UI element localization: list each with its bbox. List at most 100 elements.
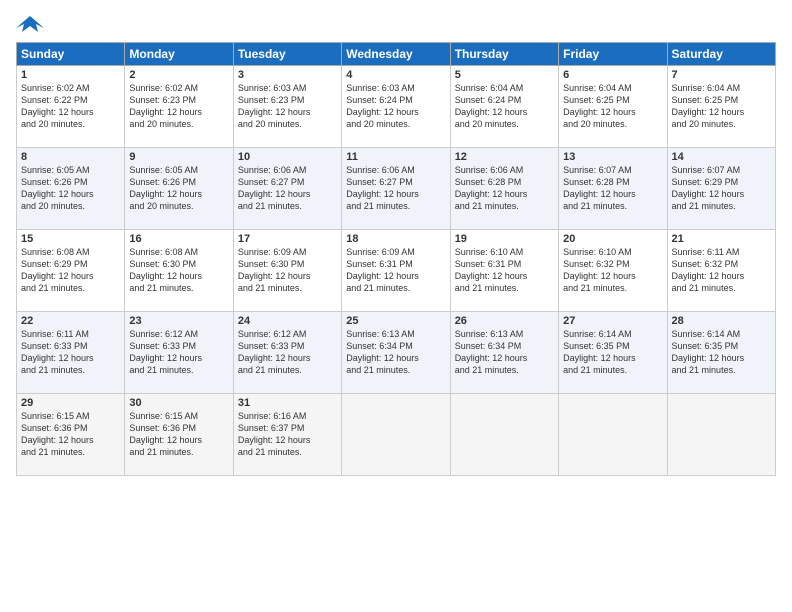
calendar-cell: 28Sunrise: 6:14 AM Sunset: 6:35 PM Dayli… <box>667 312 775 394</box>
calendar-cell <box>667 394 775 476</box>
calendar-cell: 11Sunrise: 6:06 AM Sunset: 6:27 PM Dayli… <box>342 148 450 230</box>
day-info: Sunrise: 6:08 AM Sunset: 6:29 PM Dayligh… <box>21 246 120 295</box>
day-info: Sunrise: 6:05 AM Sunset: 6:26 PM Dayligh… <box>129 164 228 213</box>
day-info: Sunrise: 6:08 AM Sunset: 6:30 PM Dayligh… <box>129 246 228 295</box>
calendar-cell: 31Sunrise: 6:16 AM Sunset: 6:37 PM Dayli… <box>233 394 341 476</box>
calendar-cell: 20Sunrise: 6:10 AM Sunset: 6:32 PM Dayli… <box>559 230 667 312</box>
calendar-cell: 14Sunrise: 6:07 AM Sunset: 6:29 PM Dayli… <box>667 148 775 230</box>
calendar-cell: 13Sunrise: 6:07 AM Sunset: 6:28 PM Dayli… <box>559 148 667 230</box>
calendar-cell: 27Sunrise: 6:14 AM Sunset: 6:35 PM Dayli… <box>559 312 667 394</box>
day-number: 19 <box>455 233 554 245</box>
calendar-week-row: 22Sunrise: 6:11 AM Sunset: 6:33 PM Dayli… <box>17 312 776 394</box>
day-info: Sunrise: 6:09 AM Sunset: 6:30 PM Dayligh… <box>238 246 337 295</box>
logo <box>16 12 48 36</box>
day-number: 7 <box>672 69 771 81</box>
day-number: 22 <box>21 315 120 327</box>
day-info: Sunrise: 6:09 AM Sunset: 6:31 PM Dayligh… <box>346 246 445 295</box>
calendar-cell: 18Sunrise: 6:09 AM Sunset: 6:31 PM Dayli… <box>342 230 450 312</box>
calendar-cell <box>450 394 558 476</box>
calendar-cell: 1Sunrise: 6:02 AM Sunset: 6:22 PM Daylig… <box>17 66 125 148</box>
day-info: Sunrise: 6:03 AM Sunset: 6:24 PM Dayligh… <box>346 82 445 131</box>
day-info: Sunrise: 6:15 AM Sunset: 6:36 PM Dayligh… <box>129 410 228 459</box>
day-info: Sunrise: 6:14 AM Sunset: 6:35 PM Dayligh… <box>672 328 771 377</box>
day-info: Sunrise: 6:04 AM Sunset: 6:25 PM Dayligh… <box>563 82 662 131</box>
calendar-cell: 7Sunrise: 6:04 AM Sunset: 6:25 PM Daylig… <box>667 66 775 148</box>
day-info: Sunrise: 6:06 AM Sunset: 6:27 PM Dayligh… <box>238 164 337 213</box>
day-number: 14 <box>672 151 771 163</box>
day-number: 3 <box>238 69 337 81</box>
day-info: Sunrise: 6:05 AM Sunset: 6:26 PM Dayligh… <box>21 164 120 213</box>
calendar-header-row: SundayMondayTuesdayWednesdayThursdayFrid… <box>17 43 776 66</box>
day-info: Sunrise: 6:10 AM Sunset: 6:31 PM Dayligh… <box>455 246 554 295</box>
calendar-cell: 16Sunrise: 6:08 AM Sunset: 6:30 PM Dayli… <box>125 230 233 312</box>
calendar-week-row: 15Sunrise: 6:08 AM Sunset: 6:29 PM Dayli… <box>17 230 776 312</box>
day-number: 30 <box>129 397 228 409</box>
page: SundayMondayTuesdayWednesdayThursdayFrid… <box>0 0 792 612</box>
calendar-cell: 5Sunrise: 6:04 AM Sunset: 6:24 PM Daylig… <box>450 66 558 148</box>
day-info: Sunrise: 6:15 AM Sunset: 6:36 PM Dayligh… <box>21 410 120 459</box>
day-number: 6 <box>563 69 662 81</box>
calendar-cell: 3Sunrise: 6:03 AM Sunset: 6:23 PM Daylig… <box>233 66 341 148</box>
calendar-cell: 4Sunrise: 6:03 AM Sunset: 6:24 PM Daylig… <box>342 66 450 148</box>
day-number: 5 <box>455 69 554 81</box>
day-number: 15 <box>21 233 120 245</box>
day-info: Sunrise: 6:13 AM Sunset: 6:34 PM Dayligh… <box>455 328 554 377</box>
day-number: 2 <box>129 69 228 81</box>
day-number: 28 <box>672 315 771 327</box>
calendar-header-wednesday: Wednesday <box>342 43 450 66</box>
day-number: 24 <box>238 315 337 327</box>
calendar-cell: 23Sunrise: 6:12 AM Sunset: 6:33 PM Dayli… <box>125 312 233 394</box>
day-number: 20 <box>563 233 662 245</box>
day-info: Sunrise: 6:11 AM Sunset: 6:33 PM Dayligh… <box>21 328 120 377</box>
calendar-cell: 29Sunrise: 6:15 AM Sunset: 6:36 PM Dayli… <box>17 394 125 476</box>
day-number: 21 <box>672 233 771 245</box>
calendar-cell: 6Sunrise: 6:04 AM Sunset: 6:25 PM Daylig… <box>559 66 667 148</box>
calendar-cell: 25Sunrise: 6:13 AM Sunset: 6:34 PM Dayli… <box>342 312 450 394</box>
calendar-cell: 17Sunrise: 6:09 AM Sunset: 6:30 PM Dayli… <box>233 230 341 312</box>
day-number: 31 <box>238 397 337 409</box>
day-info: Sunrise: 6:12 AM Sunset: 6:33 PM Dayligh… <box>129 328 228 377</box>
day-number: 1 <box>21 69 120 81</box>
calendar-week-row: 8Sunrise: 6:05 AM Sunset: 6:26 PM Daylig… <box>17 148 776 230</box>
day-number: 12 <box>455 151 554 163</box>
day-info: Sunrise: 6:11 AM Sunset: 6:32 PM Dayligh… <box>672 246 771 295</box>
day-info: Sunrise: 6:06 AM Sunset: 6:27 PM Dayligh… <box>346 164 445 213</box>
day-info: Sunrise: 6:03 AM Sunset: 6:23 PM Dayligh… <box>238 82 337 131</box>
day-number: 4 <box>346 69 445 81</box>
logo-icon <box>16 12 44 36</box>
calendar-table: SundayMondayTuesdayWednesdayThursdayFrid… <box>16 42 776 476</box>
day-info: Sunrise: 6:10 AM Sunset: 6:32 PM Dayligh… <box>563 246 662 295</box>
day-number: 26 <box>455 315 554 327</box>
calendar-cell: 22Sunrise: 6:11 AM Sunset: 6:33 PM Dayli… <box>17 312 125 394</box>
calendar-cell: 10Sunrise: 6:06 AM Sunset: 6:27 PM Dayli… <box>233 148 341 230</box>
day-number: 11 <box>346 151 445 163</box>
day-info: Sunrise: 6:16 AM Sunset: 6:37 PM Dayligh… <box>238 410 337 459</box>
calendar-header-friday: Friday <box>559 43 667 66</box>
calendar-header-tuesday: Tuesday <box>233 43 341 66</box>
calendar-cell: 24Sunrise: 6:12 AM Sunset: 6:33 PM Dayli… <box>233 312 341 394</box>
day-number: 18 <box>346 233 445 245</box>
calendar-cell: 26Sunrise: 6:13 AM Sunset: 6:34 PM Dayli… <box>450 312 558 394</box>
day-number: 16 <box>129 233 228 245</box>
calendar-cell: 9Sunrise: 6:05 AM Sunset: 6:26 PM Daylig… <box>125 148 233 230</box>
calendar-cell: 12Sunrise: 6:06 AM Sunset: 6:28 PM Dayli… <box>450 148 558 230</box>
day-number: 25 <box>346 315 445 327</box>
calendar-header-sunday: Sunday <box>17 43 125 66</box>
day-number: 17 <box>238 233 337 245</box>
calendar-cell: 21Sunrise: 6:11 AM Sunset: 6:32 PM Dayli… <box>667 230 775 312</box>
calendar-cell: 19Sunrise: 6:10 AM Sunset: 6:31 PM Dayli… <box>450 230 558 312</box>
calendar-cell: 2Sunrise: 6:02 AM Sunset: 6:23 PM Daylig… <box>125 66 233 148</box>
calendar-cell: 15Sunrise: 6:08 AM Sunset: 6:29 PM Dayli… <box>17 230 125 312</box>
day-info: Sunrise: 6:07 AM Sunset: 6:29 PM Dayligh… <box>672 164 771 213</box>
day-info: Sunrise: 6:04 AM Sunset: 6:24 PM Dayligh… <box>455 82 554 131</box>
calendar-cell <box>342 394 450 476</box>
day-number: 27 <box>563 315 662 327</box>
day-info: Sunrise: 6:02 AM Sunset: 6:23 PM Dayligh… <box>129 82 228 131</box>
calendar-header-monday: Monday <box>125 43 233 66</box>
day-number: 10 <box>238 151 337 163</box>
calendar-cell <box>559 394 667 476</box>
day-number: 13 <box>563 151 662 163</box>
day-info: Sunrise: 6:13 AM Sunset: 6:34 PM Dayligh… <box>346 328 445 377</box>
day-info: Sunrise: 6:07 AM Sunset: 6:28 PM Dayligh… <box>563 164 662 213</box>
calendar-cell: 8Sunrise: 6:05 AM Sunset: 6:26 PM Daylig… <box>17 148 125 230</box>
